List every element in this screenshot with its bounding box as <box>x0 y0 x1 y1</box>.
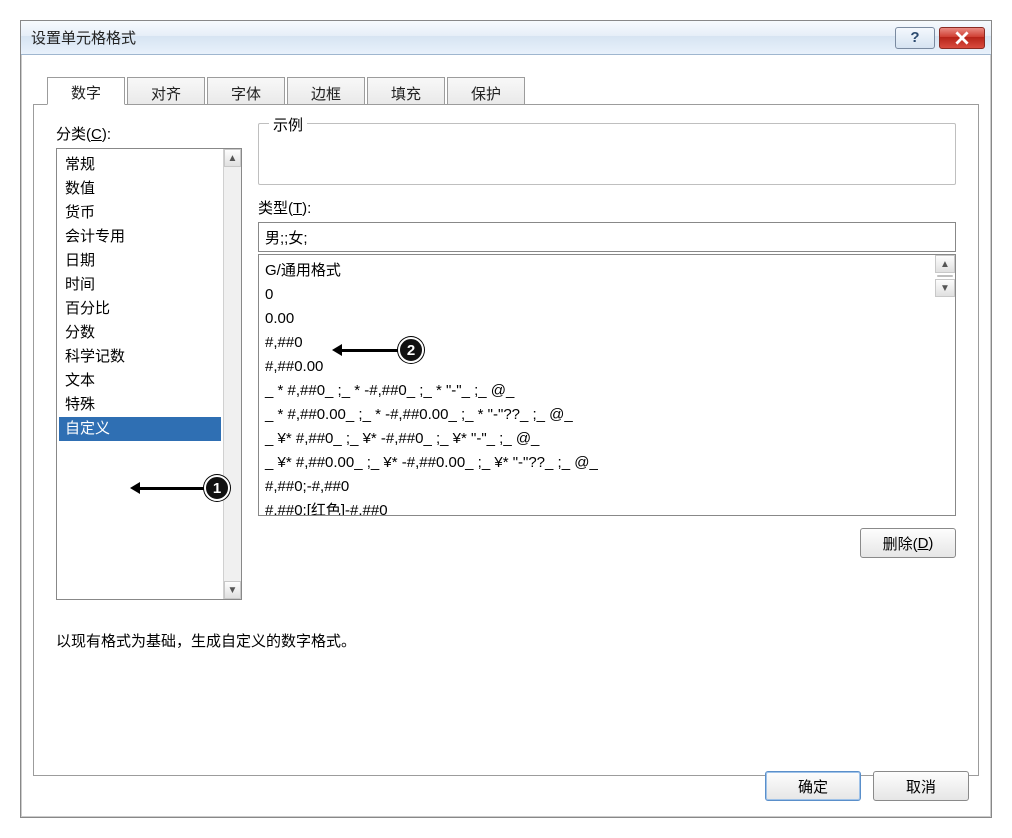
list-item[interactable]: 0.00 <box>265 307 929 331</box>
type-scrollbar[interactable]: ▲ ▼ <box>935 255 955 515</box>
list-item[interactable]: #,##0.00 <box>265 355 929 379</box>
list-item[interactable]: 分数 <box>59 321 221 345</box>
type-input[interactable] <box>258 222 956 252</box>
cancel-button[interactable]: 取消 <box>873 771 969 801</box>
ok-button[interactable]: 确定 <box>765 771 861 801</box>
list-item[interactable]: 百分比 <box>59 297 221 321</box>
tab-protection[interactable]: 保护 <box>447 77 525 105</box>
right-column: 示例 类型(T): G/通用格式 0 0.00 #,##0 #,##0. <box>258 123 956 600</box>
help-icon: ? <box>910 29 919 46</box>
delete-row: 删除(D) <box>258 528 956 558</box>
list-item[interactable]: 0 <box>265 283 929 307</box>
list-item[interactable]: 会计专用 <box>59 225 221 249</box>
tab-fill[interactable]: 填充 <box>367 77 445 105</box>
list-item-custom[interactable]: 自定义 <box>59 417 221 441</box>
list-item[interactable]: #,##0;[红色]-#,##0 <box>265 499 929 515</box>
list-item[interactable]: #,##0 <box>265 331 929 355</box>
scroll-down-icon[interactable]: ▼ <box>224 581 241 599</box>
type-label: 类型(T): <box>258 197 956 218</box>
scroll-up-icon[interactable]: ▲ <box>224 149 241 167</box>
window-controls: ? <box>895 27 985 49</box>
list-item[interactable]: _ ¥* #,##0.00_ ;_ ¥* -#,##0.00_ ;_ ¥* "-… <box>265 451 929 475</box>
list-item[interactable]: 数值 <box>59 177 221 201</box>
sample-groupbox: 示例 <box>258 123 956 185</box>
list-item[interactable]: _ * #,##0_ ;_ * -#,##0_ ;_ * "-"_ ;_ @_ <box>265 379 929 403</box>
main-row: 分类(C): 常规 数值 货币 会计专用 日期 时间 百分比 分数 科学记数 <box>56 123 956 600</box>
format-cells-dialog: 设置单元格格式 ? 数字 对齐 字体 边框 填充 保护 分类(C): <box>20 20 992 818</box>
tab-alignment[interactable]: 对齐 <box>127 77 205 105</box>
list-item[interactable]: _ * #,##0.00_ ;_ * -#,##0.00_ ;_ * "-"??… <box>265 403 929 427</box>
tab-border[interactable]: 边框 <box>287 77 365 105</box>
dialog-footer: 确定 取消 <box>765 771 969 801</box>
list-item[interactable]: _ ¥* #,##0_ ;_ ¥* -#,##0_ ;_ ¥* "-"_ ;_ … <box>265 427 929 451</box>
tabstrip: 数字 对齐 字体 边框 填充 保护 <box>25 59 987 105</box>
tab-font[interactable]: 字体 <box>207 77 285 105</box>
client-area: 数字 对齐 字体 边框 填充 保护 分类(C): 常规 数值 货币 <box>25 59 987 813</box>
sample-legend: 示例 <box>269 114 307 135</box>
tab-panel-number: 分类(C): 常规 数值 货币 会计专用 日期 时间 百分比 分数 科学记数 <box>33 104 979 776</box>
scroll-track[interactable] <box>224 167 241 581</box>
close-button[interactable] <box>939 27 985 49</box>
list-item[interactable]: 常规 <box>59 153 221 177</box>
scroll-thumb[interactable] <box>937 275 953 277</box>
close-icon <box>955 31 969 45</box>
list-item[interactable]: 时间 <box>59 273 221 297</box>
type-listbox[interactable]: G/通用格式 0 0.00 #,##0 #,##0.00 _ * #,##0_ … <box>258 254 956 516</box>
list-item[interactable]: 科学记数 <box>59 345 221 369</box>
category-scrollbar[interactable]: ▲ ▼ <box>223 149 241 599</box>
category-listbox[interactable]: 常规 数值 货币 会计专用 日期 时间 百分比 分数 科学记数 文本 特殊 自定… <box>56 148 242 600</box>
hint-text: 以现有格式为基础，生成自定义的数字格式。 <box>56 630 956 651</box>
list-item[interactable]: 货币 <box>59 201 221 225</box>
list-item[interactable]: G/通用格式 <box>265 259 929 283</box>
titlebar: 设置单元格格式 ? <box>21 21 991 55</box>
list-item[interactable]: 日期 <box>59 249 221 273</box>
delete-button[interactable]: 删除(D) <box>860 528 956 558</box>
left-column: 分类(C): 常规 数值 货币 会计专用 日期 时间 百分比 分数 科学记数 <box>56 123 242 600</box>
category-items: 常规 数值 货币 会计专用 日期 时间 百分比 分数 科学记数 文本 特殊 自定… <box>57 149 223 599</box>
scroll-down-icon[interactable]: ▼ <box>935 279 955 297</box>
category-label: 分类(C): <box>56 123 242 144</box>
window-title: 设置单元格格式 <box>31 27 136 48</box>
tab-number[interactable]: 数字 <box>47 77 125 105</box>
type-items: G/通用格式 0 0.00 #,##0 #,##0.00 _ * #,##0_ … <box>259 255 935 515</box>
list-item[interactable]: 特殊 <box>59 393 221 417</box>
help-button[interactable]: ? <box>895 27 935 49</box>
scroll-up-icon[interactable]: ▲ <box>935 255 955 273</box>
list-item[interactable]: 文本 <box>59 369 221 393</box>
list-item[interactable]: #,##0;-#,##0 <box>265 475 929 499</box>
